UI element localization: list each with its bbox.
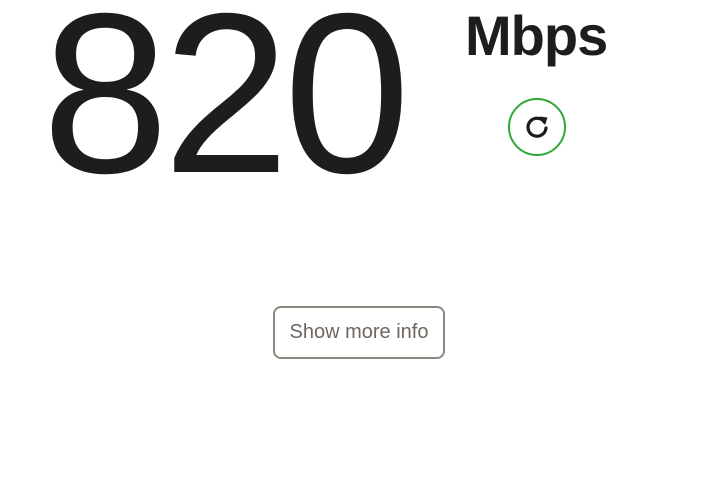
refresh-icon — [522, 112, 552, 142]
refresh-button[interactable] — [508, 98, 566, 156]
speed-units: Mbps — [465, 4, 608, 67]
speed-value: 820 — [42, 0, 410, 221]
show-more-info-button[interactable]: Show more info — [273, 306, 445, 359]
speed-test-result: 820 Mbps Show more info — [0, 0, 720, 480]
